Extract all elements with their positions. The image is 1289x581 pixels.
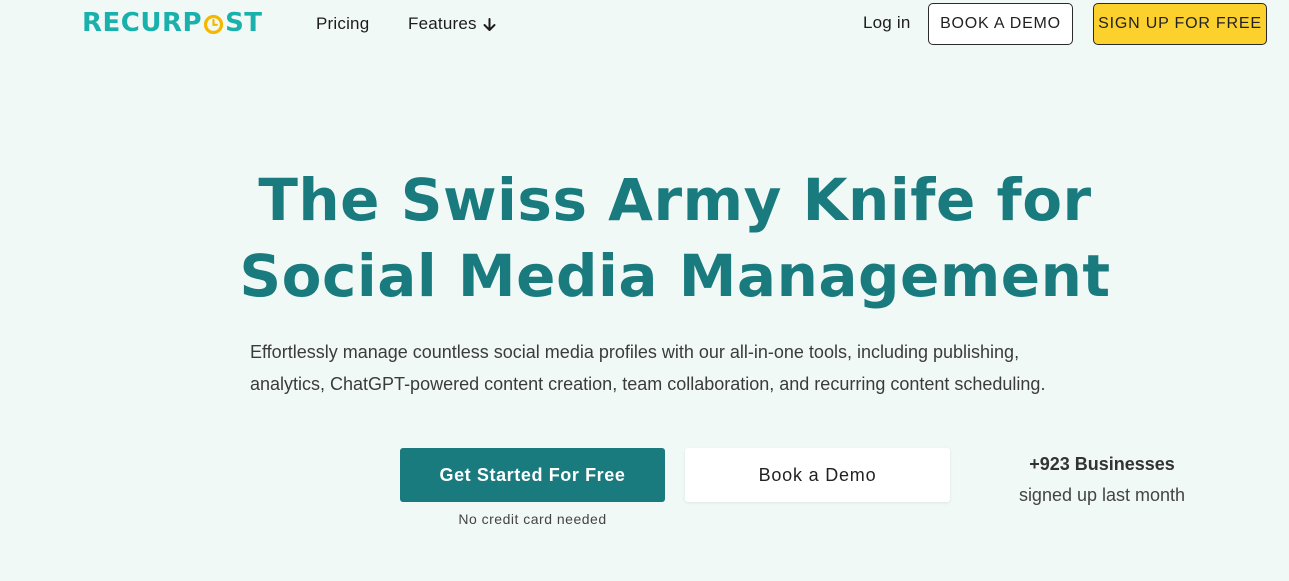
recurpost-logo[interactable]: RECURP ST bbox=[82, 9, 263, 37]
logo-text-right: ST bbox=[225, 8, 263, 38]
businesses-caption: signed up last month bbox=[1018, 485, 1186, 505]
nav-features-menu[interactable]: Features bbox=[408, 14, 496, 34]
login-link[interactable]: Log in bbox=[863, 13, 911, 33]
get-started-button[interactable]: Get Started For Free bbox=[400, 448, 665, 502]
signup-button[interactable]: SIGN UP FOR FREE bbox=[1093, 3, 1267, 45]
arrow-down-icon bbox=[483, 17, 496, 31]
hero-title-line-2: Social Media Management bbox=[239, 242, 1111, 310]
book-demo-button[interactable]: BOOK A DEMO bbox=[928, 3, 1073, 45]
no-credit-card-note: No credit card needed bbox=[458, 511, 607, 527]
hero-title-line-1: The Swiss Army Knife for bbox=[258, 166, 1092, 234]
page: RECURP ST Pricing Features Log in BOOK A… bbox=[0, 0, 1289, 581]
hero-subtitle: Effortlessly manage countless social med… bbox=[250, 336, 1110, 400]
book-demo-hero-button[interactable]: Book a Demo bbox=[685, 448, 950, 502]
hero-subtitle-line-1: Effortlessly manage countless social med… bbox=[250, 342, 1020, 362]
nav-pricing-link[interactable]: Pricing bbox=[316, 14, 369, 34]
nav-features-label: Features bbox=[408, 14, 477, 33]
clock-icon bbox=[203, 13, 224, 34]
hero-title: The Swiss Army Knife for Social Media Ma… bbox=[0, 162, 1289, 314]
businesses-count: +923 Businesses bbox=[1029, 454, 1175, 474]
logo-text-left: RECURP bbox=[82, 8, 203, 38]
hero-subtitle-line-2: analytics, ChatGPT-powered content creat… bbox=[250, 374, 1046, 394]
